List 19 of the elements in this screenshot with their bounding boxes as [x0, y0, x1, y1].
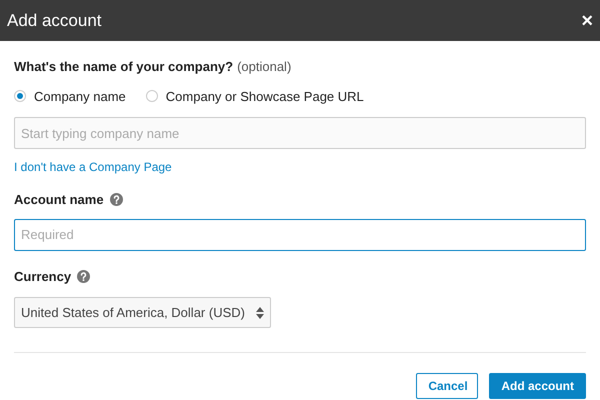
cancel-button[interactable]: Cancel	[416, 373, 478, 399]
add-account-button[interactable]: Add account	[489, 373, 586, 399]
radio-icon[interactable]	[14, 90, 26, 102]
sort-arrows-icon	[256, 306, 264, 318]
no-company-page-link[interactable]: I don't have a Company Page	[14, 158, 172, 176]
optional-hint: (optional)	[237, 58, 292, 76]
window-title: Add account	[7, 10, 102, 32]
close-button[interactable]: ×	[581, 10, 593, 30]
radio-icon[interactable]	[146, 90, 158, 102]
currency-select[interactable]: United States of America, Dollar (USD)	[14, 297, 271, 328]
radio-option[interactable]: Company or Showcase Page URL	[146, 86, 364, 106]
text-field[interactable]: Required	[14, 218, 586, 250]
text-field[interactable]: Start typing company name	[14, 117, 586, 149]
question-label: What's the name of your company?	[14, 58, 234, 76]
account-name-label: Account name	[14, 191, 104, 209]
currency-label: Currency	[14, 268, 72, 286]
help-icon[interactable]	[77, 270, 90, 283]
help-icon[interactable]	[110, 193, 123, 206]
radio-option[interactable]: Company name	[14, 86, 126, 106]
